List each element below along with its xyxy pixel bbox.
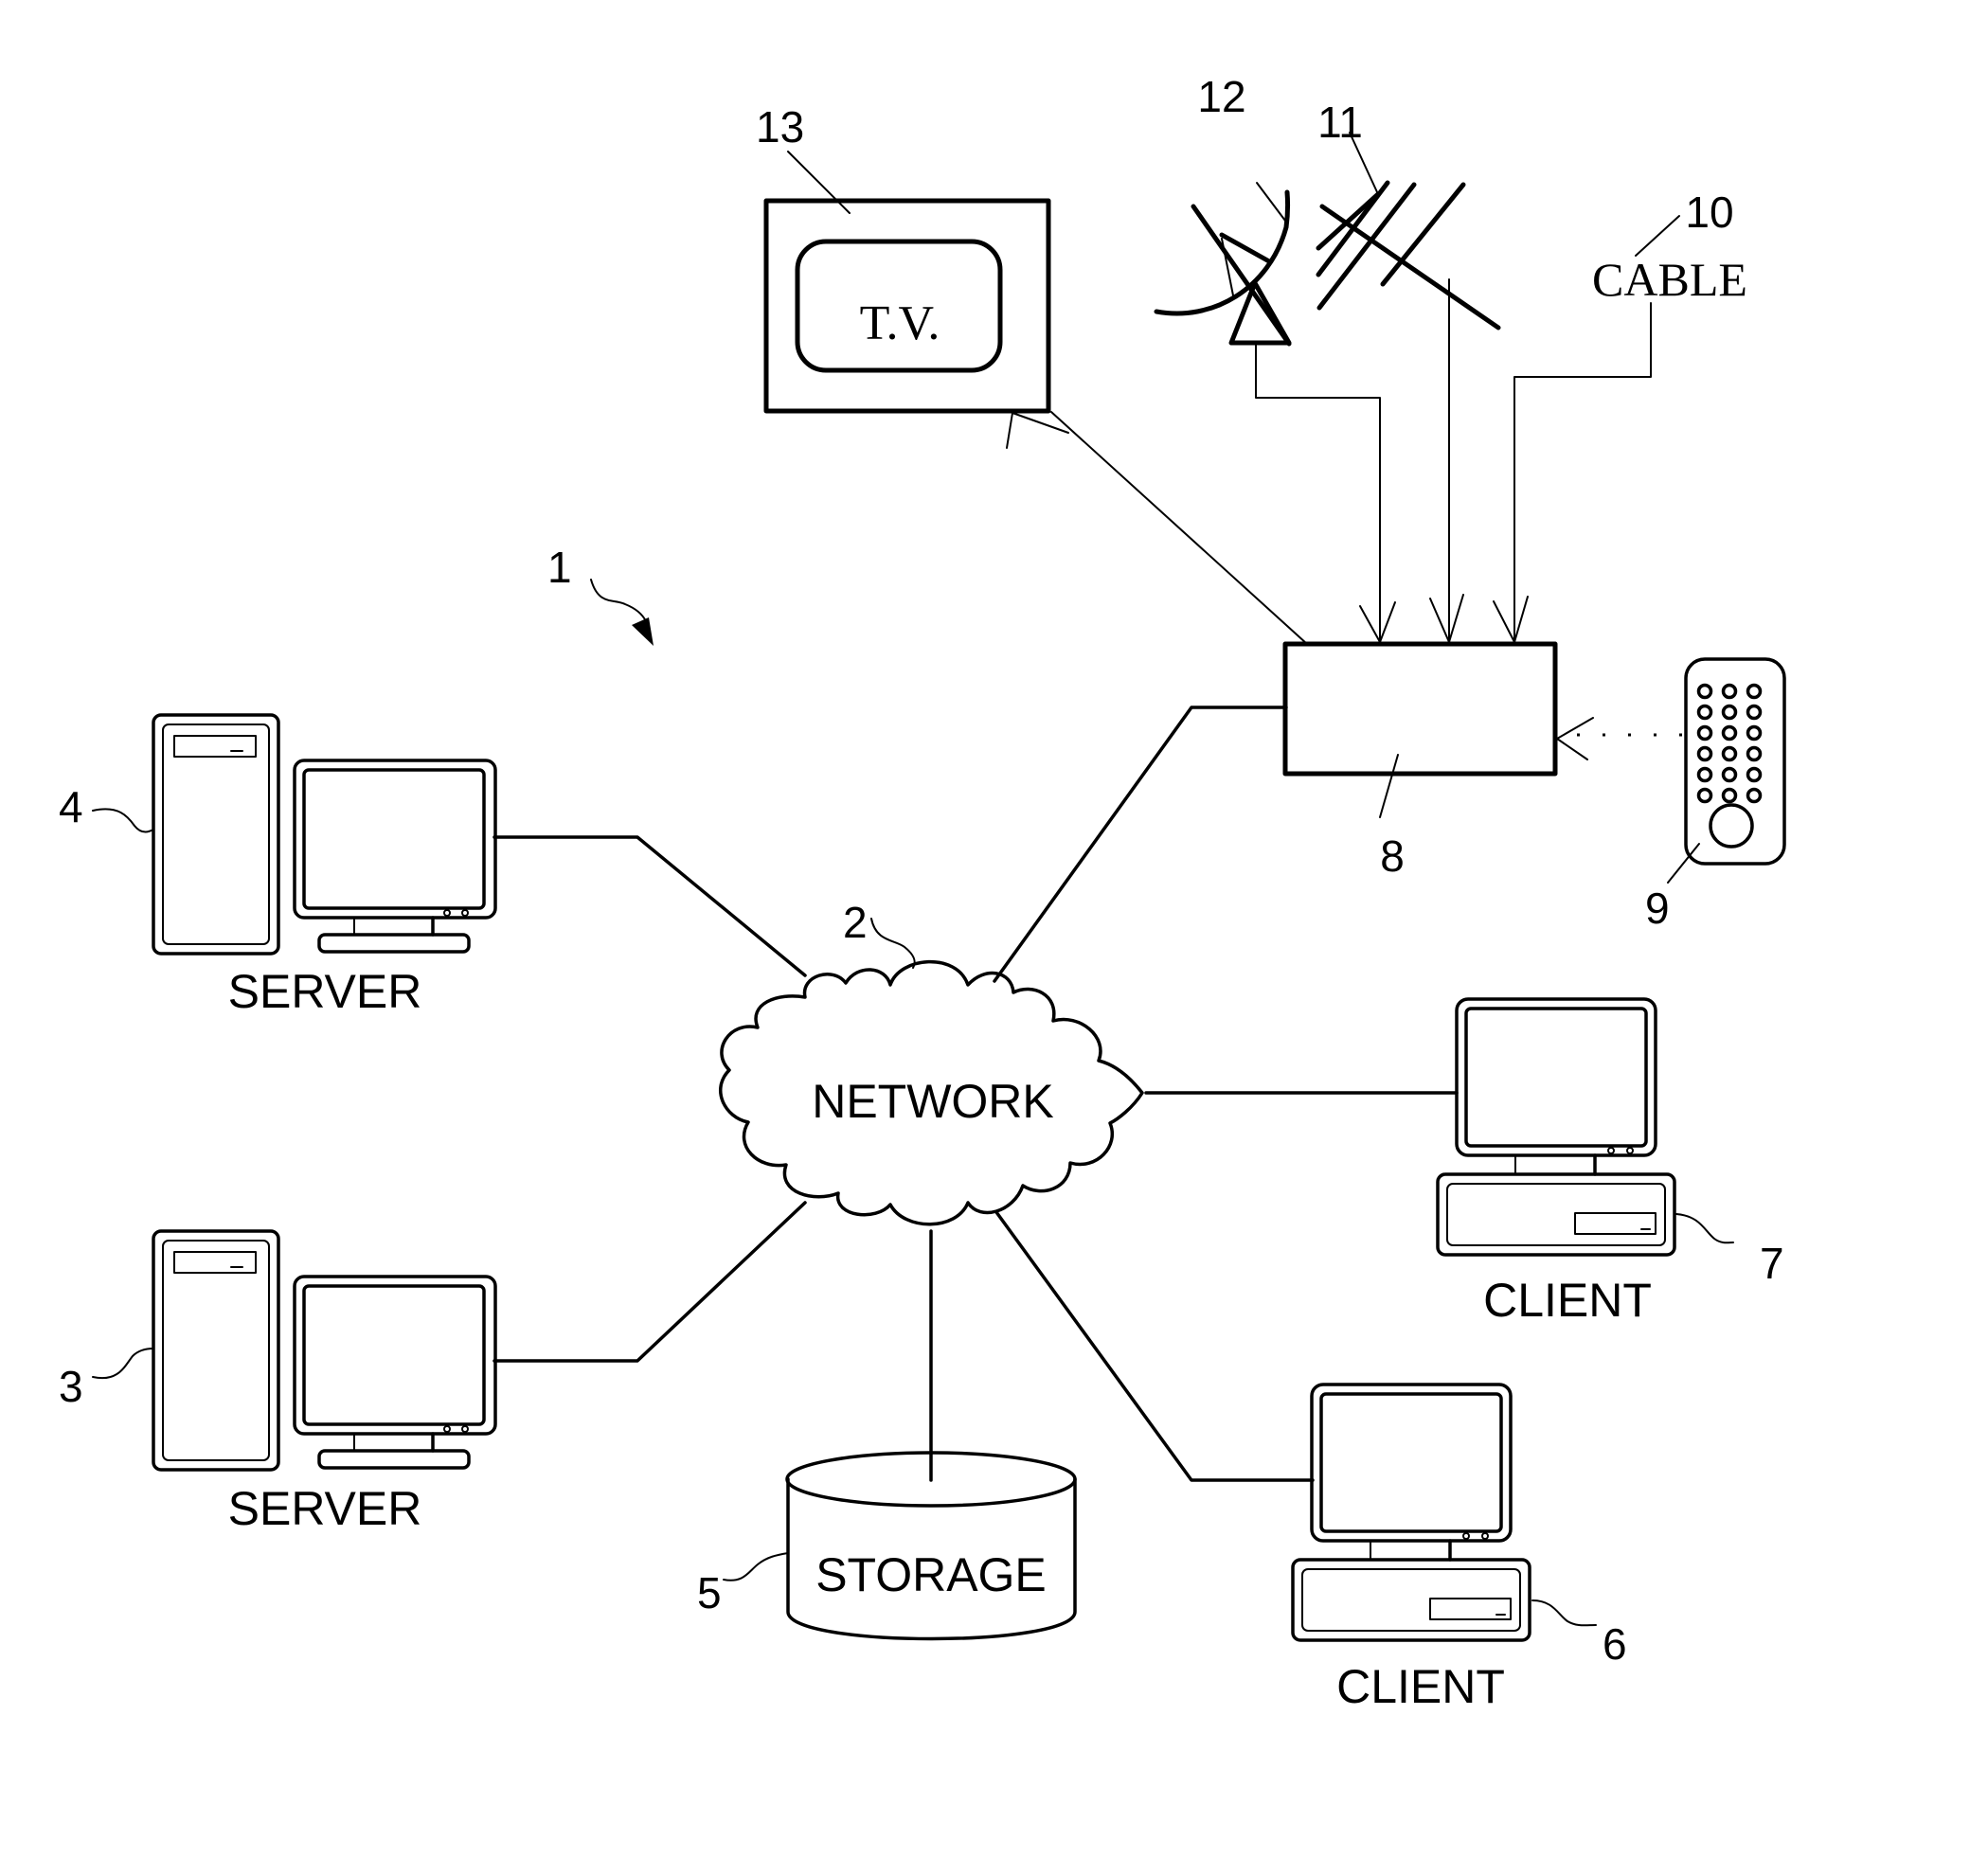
link-network-client6 <box>994 1210 1315 1482</box>
network-system-diagram: 4 SERVER 3 SERVER 1 NETWORK 2 STORAGE 5 … <box>59 72 1786 1713</box>
remote-keypad-button <box>1746 683 1763 700</box>
tv-label: T.V. <box>860 296 940 350</box>
ref-label-5: 5 <box>697 1568 722 1617</box>
network-cloud[interactable]: NETWORK 2 <box>719 898 1144 1226</box>
receiver-box <box>1282 641 1558 777</box>
remote-keypad-button <box>1721 766 1738 783</box>
remote-keypad-button <box>1696 745 1713 762</box>
server-3-label: SERVER <box>228 1482 422 1535</box>
server-3[interactable]: 3 SERVER <box>59 1229 497 1535</box>
server-4-label: SERVER <box>228 965 422 1018</box>
ref-label-7: 7 <box>1760 1239 1784 1288</box>
cable-10[interactable]: CABLE 10 <box>1493 188 1747 643</box>
system-arrow-curve <box>590 579 647 622</box>
dish-arrow-head-icon <box>1359 601 1396 643</box>
leader-line-9 <box>1667 843 1700 884</box>
link-server3-network <box>492 1201 807 1363</box>
remote-keypad-button <box>1746 766 1763 783</box>
ref-label-6: 6 <box>1603 1619 1627 1669</box>
ref-label-1: 1 <box>547 543 572 592</box>
ref-label-4: 4 <box>59 782 83 831</box>
remote-keypad-button <box>1696 683 1713 700</box>
dish-feed <box>1221 238 1234 296</box>
leader-line-2 <box>870 918 916 969</box>
client-7[interactable]: CLIENT 7 <box>1436 997 1784 1327</box>
dish-reflector <box>1154 189 1291 316</box>
storage-label: STORAGE <box>815 1548 1047 1601</box>
remote-buttons <box>1696 683 1763 804</box>
remote-keypad-button <box>1721 683 1738 700</box>
ref-label-12: 12 <box>1197 72 1245 121</box>
leader-line-8 <box>1379 754 1399 818</box>
link-server4-network <box>492 835 807 977</box>
storage-5[interactable]: STORAGE 5 <box>697 1451 1077 1641</box>
remote-keypad-button <box>1696 787 1713 804</box>
remote-keypad-button <box>1746 704 1763 721</box>
link-network-receiver <box>993 706 1288 983</box>
leader-line-5 <box>723 1552 789 1581</box>
antenna-11[interactable]: 11 <box>1316 98 1501 643</box>
antenna-element-4 <box>1380 182 1466 287</box>
client-7-label: CLIENT <box>1483 1274 1652 1327</box>
leader-line-4 <box>92 808 154 833</box>
leader-line-6 <box>1531 1599 1597 1627</box>
client-6-label: CLIENT <box>1336 1660 1505 1713</box>
ir-arrow-head-icon <box>1556 717 1594 760</box>
ref-label-3: 3 <box>59 1362 83 1411</box>
ref-label-8: 8 <box>1380 831 1405 881</box>
ref-label-2: 2 <box>843 898 868 947</box>
remote-control-9[interactable]: 9 <box>1556 657 1786 933</box>
leader-line-13 <box>787 151 851 214</box>
remote-keypad-button <box>1696 704 1713 721</box>
link-dish-receiver <box>1255 342 1381 643</box>
remote-keypad-button <box>1746 745 1763 762</box>
remote-keypad-button <box>1746 787 1763 804</box>
receiver-8[interactable]: 8 <box>1282 641 1558 881</box>
link-cable-receiver <box>1513 302 1652 643</box>
link-receiver-tv <box>1050 411 1308 645</box>
remote-keypad-button <box>1696 724 1713 741</box>
network-label: NETWORK <box>812 1075 1054 1128</box>
server-4[interactable]: 4 SERVER <box>59 713 497 1018</box>
remote-keypad-button <box>1696 766 1713 783</box>
ref-label-11: 11 <box>1317 98 1363 147</box>
ref-label-10: 10 <box>1685 188 1733 237</box>
remote-big-button <box>1709 803 1754 849</box>
tv-13[interactable]: T.V. 13 <box>756 102 1308 645</box>
remote-keypad-button <box>1746 724 1763 741</box>
ref-label-9: 9 <box>1645 884 1670 933</box>
remote-keypad-button <box>1721 745 1738 762</box>
cable-label: CABLE <box>1592 253 1747 306</box>
leader-line-12 <box>1256 182 1286 222</box>
leader-line-7 <box>1675 1213 1734 1244</box>
leader-line-10 <box>1635 215 1680 257</box>
remote-keypad-button <box>1721 787 1738 804</box>
system-ref: 1 <box>547 543 654 646</box>
leader-line-3 <box>92 1348 154 1380</box>
remote-keypad-button <box>1721 704 1738 721</box>
antenna-arrow-head-icon <box>1429 594 1464 643</box>
remote-keypad-button <box>1721 724 1738 741</box>
satellite-dish-12[interactable]: 12 <box>1154 72 1396 643</box>
system-arrow-head-icon <box>632 617 654 646</box>
cable-arrow-head-icon <box>1493 596 1529 643</box>
ref-label-13: 13 <box>756 102 804 152</box>
client-6[interactable]: CLIENT 6 <box>1291 1383 1627 1713</box>
